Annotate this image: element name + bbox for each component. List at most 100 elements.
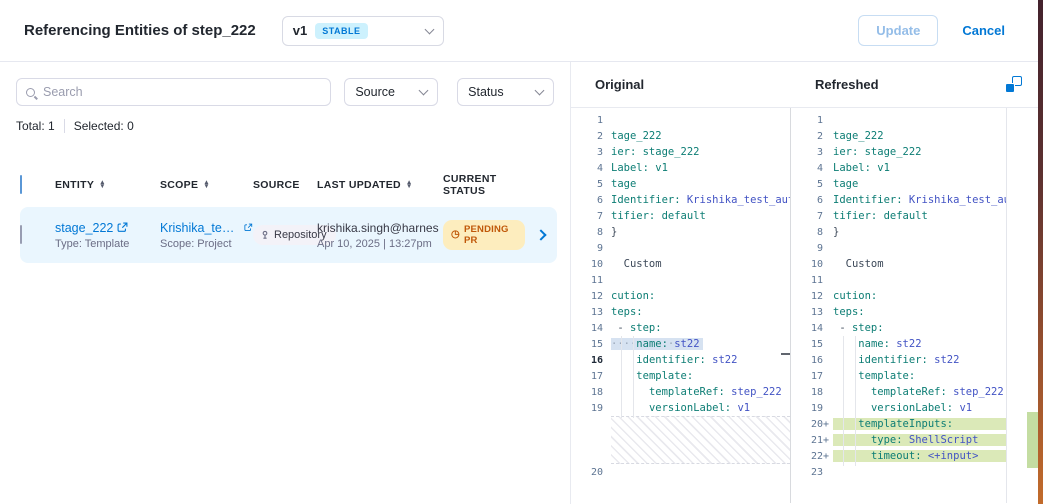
refreshed-panel-title: Refreshed: [791, 77, 1038, 92]
original-code: 12tage_2223ier: stage_2224Label: v15tage…: [571, 108, 790, 480]
line-number: 12: [801, 291, 823, 302]
code-line: 18 templateRef: step_222: [571, 384, 790, 400]
code-line: 13teps:: [571, 304, 790, 320]
column-last-updated: LAST UPDATED ▲▼: [317, 179, 443, 191]
original-code-panel[interactable]: 12tage_2223ier: stage_2224Label: v15tage…: [571, 108, 791, 503]
entity-link[interactable]: stage_222: [55, 221, 113, 235]
gutter-spacer: [823, 163, 830, 174]
code-line: 1: [571, 112, 790, 128]
external-link-icon: [117, 222, 128, 233]
code-line: 14 - step:: [791, 320, 1038, 336]
repository-icon: [260, 230, 270, 240]
code-line: 18 templateRef: step_222: [791, 384, 1038, 400]
row-expand-chevron[interactable]: [535, 229, 546, 240]
line-number: 13: [801, 307, 823, 318]
code-line: 10 Custom: [791, 256, 1038, 272]
line-number: 17: [801, 371, 823, 382]
line-number: 13: [577, 307, 603, 318]
line-number: 20: [801, 419, 823, 430]
line-number: 15: [577, 339, 603, 350]
line-number: 11: [801, 275, 823, 286]
chevron-down-icon: [424, 24, 434, 34]
search-input[interactable]: [43, 85, 330, 99]
gutter-spacer: [823, 259, 830, 270]
diff-section: Original Refreshed 1 2tage_2223ier: stage…: [570, 62, 1038, 504]
status-filter-select[interactable]: Status: [457, 78, 554, 106]
line-number: 10: [577, 259, 603, 270]
gutter-spacer: [823, 371, 830, 382]
referencing-entities-modal: Referencing Entities of step_222 v1 STAB…: [0, 0, 1043, 504]
code-line: 8}: [571, 224, 790, 240]
external-link-icon: [244, 222, 253, 233]
code-line: 23: [791, 464, 1038, 480]
line-number: 17: [577, 371, 603, 382]
original-panel-title: Original: [571, 77, 791, 92]
scope-link[interactable]: Krishika_test_au...: [160, 221, 240, 235]
total-count: Total: 1: [16, 119, 55, 133]
code-line: 16 identifier: st22: [791, 352, 1038, 368]
line-number: 11: [577, 275, 603, 286]
sort-icon[interactable]: ▲▼: [406, 181, 413, 190]
page-title: Referencing Entities of step_222: [24, 22, 256, 39]
line-number: 1: [577, 115, 603, 126]
row-checkbox[interactable]: [20, 225, 22, 244]
line-number: 16: [577, 355, 603, 366]
indent-guide: [633, 336, 634, 418]
code-line: 16 identifier: st22: [571, 352, 790, 368]
column-source: SOURCE: [253, 179, 317, 191]
code-line: 3ier: stage_222: [571, 144, 790, 160]
code-line: 9: [791, 240, 1038, 256]
line-number: 2: [801, 131, 823, 142]
update-button[interactable]: Update: [858, 15, 938, 46]
selected-line-highlight: ····name:·st22: [611, 338, 703, 350]
updated-at: Apr 10, 2025 | 13:27pm: [317, 238, 443, 250]
column-current-status: CURRENT STATUS: [443, 173, 525, 197]
code-line: 6Identifier: Krishika_test_aut: [571, 192, 790, 208]
gutter-spacer: [823, 387, 830, 398]
gutter-spacer: [823, 131, 830, 142]
cancel-button[interactable]: Cancel: [962, 23, 1005, 38]
indent-guide: [621, 336, 622, 418]
filters-toolbar: Source Status: [16, 78, 554, 106]
sort-icon[interactable]: ▲▼: [99, 181, 106, 190]
code-line: 11: [791, 272, 1038, 288]
code-line: 4Label: v1: [571, 160, 790, 176]
code-line: 15 name: st22: [791, 336, 1038, 352]
version-select[interactable]: v1 STABLE: [282, 16, 444, 46]
line-number: 16: [801, 355, 823, 366]
source-filter-select[interactable]: Source: [344, 78, 438, 106]
line-number: 10: [801, 259, 823, 270]
status-filter-label: Status: [468, 85, 503, 99]
selected-count: Selected: 0: [74, 119, 134, 133]
diff-header: Original Refreshed: [571, 62, 1038, 108]
search-icon: [26, 88, 35, 97]
gutter-spacer: [823, 115, 830, 126]
code-line: 20+ templateInputs:: [791, 416, 1038, 432]
overview-ruler[interactable]: [1006, 108, 1038, 503]
copy-icon[interactable]: [1004, 76, 1022, 94]
line-number: 19: [801, 403, 823, 414]
column-scope: SCOPE ▲▼: [160, 179, 253, 191]
column-entity: ENTITY ▲▼: [55, 179, 160, 191]
sort-icon[interactable]: ▲▼: [203, 181, 210, 190]
code-line: 2tage_222: [571, 128, 790, 144]
source-filter-label: Source: [355, 85, 395, 99]
code-line: 17 template:: [791, 368, 1038, 384]
header-actions: Update Cancel: [858, 15, 1005, 46]
scope-sub: Scope: Project: [160, 238, 253, 250]
refreshed-code-panel[interactable]: 12tage_2223ier: stage_2224Label: v15tage…: [791, 108, 1038, 503]
code-line: 3ier: stage_222: [791, 144, 1038, 160]
gutter-spacer: [823, 243, 830, 254]
line-number: 2: [577, 131, 603, 142]
line-number: 4: [801, 163, 823, 174]
code-line: 8}: [791, 224, 1038, 240]
code-line: 7tifier: default: [791, 208, 1038, 224]
line-number: 6: [577, 195, 603, 206]
divider: [64, 119, 65, 133]
gutter-spacer: [823, 467, 830, 478]
table-row[interactable]: stage_222 Type: Template Krishika_test_a…: [20, 207, 557, 263]
code-line: 19 versionLabel: v1: [571, 400, 790, 416]
line-number: 8: [577, 227, 603, 238]
line-number: 5: [577, 179, 603, 190]
select-all-checkbox[interactable]: [20, 175, 22, 194]
